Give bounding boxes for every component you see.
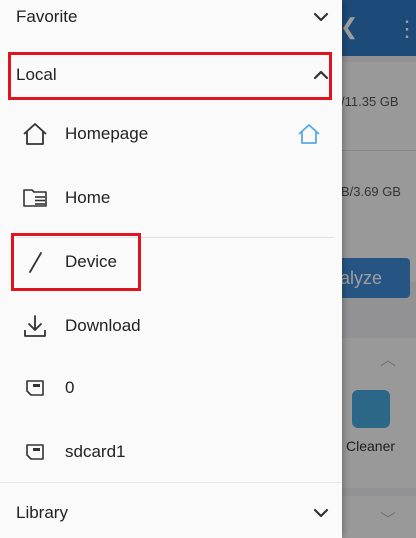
drawer-item-label: 0 — [65, 378, 75, 397]
folder-list-icon — [19, 182, 51, 214]
drawer-item-label: Homepage — [65, 124, 149, 143]
drawer-item-label: Download — [65, 316, 141, 335]
highlight-box-device — [11, 233, 141, 291]
drawer-item-home[interactable]: Home — [0, 166, 342, 230]
section-favorite[interactable]: Favorite — [0, 0, 342, 44]
section-library[interactable]: Library — [0, 486, 342, 538]
drawer-item-homepage[interactable]: Homepage — [0, 102, 342, 166]
drawer-item-label: sdcard1 — [65, 442, 126, 461]
section-library-label: Library — [16, 503, 68, 522]
drawer-divider — [0, 482, 342, 483]
section-favorite-label: Favorite — [16, 7, 78, 26]
download-icon — [19, 310, 51, 342]
navigation-drawer: Favorite Local Homepage Home Device Down… — [0, 0, 342, 538]
drawer-item-label: Home — [65, 188, 111, 207]
chevron-down-icon — [310, 502, 332, 524]
sd-card-icon — [19, 436, 51, 468]
home-outline-blue-icon[interactable] — [296, 121, 322, 147]
highlight-box-local — [8, 52, 332, 100]
drawer-item-sdcard1[interactable]: sdcard1 — [0, 420, 342, 484]
drawer-item-download[interactable]: Download — [0, 294, 342, 358]
sd-card-icon — [19, 372, 51, 404]
chevron-down-icon — [310, 6, 332, 28]
home-icon — [19, 118, 51, 150]
drawer-item-storage-0[interactable]: 0 — [0, 356, 342, 420]
